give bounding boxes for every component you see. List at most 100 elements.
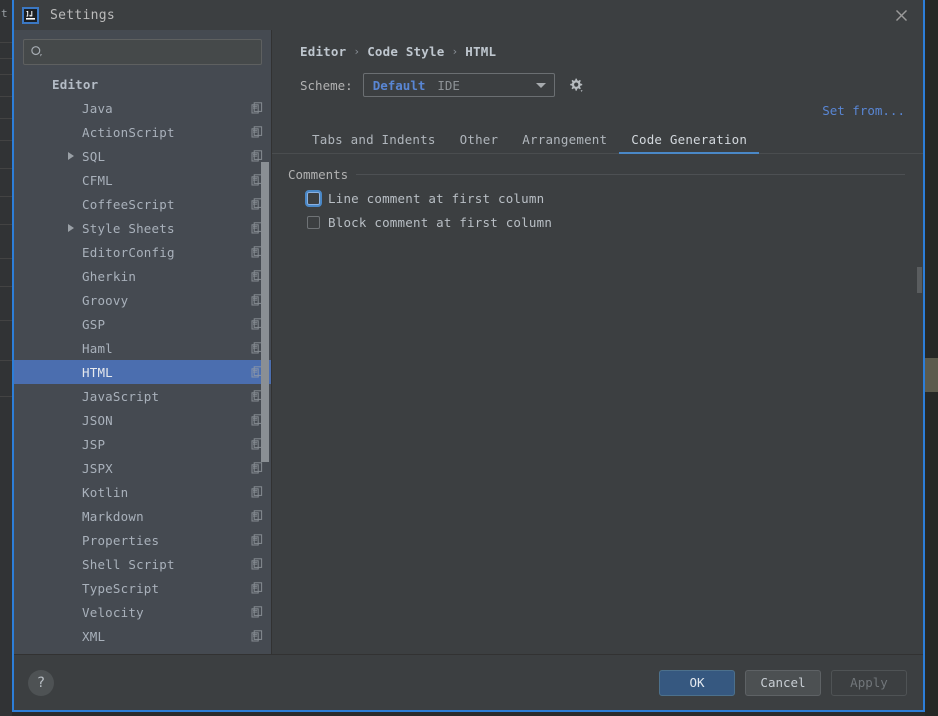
sidebar-item-label: JSPX xyxy=(82,460,113,476)
dialog-title: Settings xyxy=(50,7,116,23)
checkbox-label: Block comment at first column xyxy=(328,215,553,230)
sidebar-scrollbar-thumb[interactable] xyxy=(261,162,269,462)
help-icon[interactable]: ? xyxy=(28,669,54,696)
comments-section-title: Comments xyxy=(288,167,349,182)
sidebar-search-wrap xyxy=(14,30,271,72)
close-icon[interactable] xyxy=(879,0,923,30)
tab-code-generation[interactable]: Code Generation xyxy=(619,132,760,154)
breadcrumb-item-editor[interactable]: Editor xyxy=(300,44,346,59)
tab-arrangement[interactable]: Arrangement xyxy=(510,132,619,153)
sidebar-item-actionscript[interactable]: ActionScript xyxy=(14,120,271,144)
dialog-body: Editor Java ActionScript SQL CFML CoffeeScrip… xyxy=(14,30,923,654)
settings-dialog: Settings Editor Java ActionScript SQL CF… xyxy=(12,0,925,712)
backdrop-editor-text: t xyxy=(1,7,9,20)
sidebar-item-label: TypeScript xyxy=(82,580,160,596)
breadcrumb-separator-icon: › xyxy=(451,45,459,58)
sidebar-item-label: YAML xyxy=(82,653,113,655)
sidebar-item-label: Markdown xyxy=(82,508,144,524)
sidebar-item-kotlin[interactable]: Kotlin xyxy=(14,480,271,504)
checkbox-row-0[interactable]: Line comment at first column xyxy=(288,190,905,207)
settings-sidebar: Editor Java ActionScript SQL CFML CoffeeScrip… xyxy=(14,30,272,654)
sidebar-item-label: Kotlin xyxy=(82,484,129,500)
checkbox-icon[interactable] xyxy=(305,190,322,207)
content-scrollbar[interactable] xyxy=(913,30,923,654)
search-box[interactable] xyxy=(23,39,262,65)
settings-tree[interactable]: Editor Java ActionScript SQL CFML CoffeeScrip… xyxy=(14,72,271,654)
comments-section: Comments Line comment at first column Blo… xyxy=(288,167,905,230)
set-from-link[interactable]: Set from... xyxy=(822,103,905,118)
scheme-scope-label: IDE xyxy=(437,77,460,93)
sidebar-item-editorconfig[interactable]: EditorConfig xyxy=(14,240,271,264)
breadcrumb-item-html: HTML xyxy=(465,44,497,59)
set-from-row: Set from... xyxy=(272,97,923,118)
scheme-label: Scheme: xyxy=(300,77,353,93)
content-tabs: Tabs and Indents Other Arrangement Code Gen… xyxy=(272,127,923,154)
sidebar-item-label: GSP xyxy=(82,316,106,332)
backdrop-scroll-marker xyxy=(925,358,938,392)
sidebar-item-shell-script[interactable]: Shell Script xyxy=(14,552,271,576)
sidebar-item-sql[interactable]: SQL xyxy=(14,144,271,168)
sidebar-item-jsp[interactable]: JSP xyxy=(14,432,271,456)
expand-arrow-icon[interactable] xyxy=(68,224,74,232)
sidebar-item-label: EditorConfig xyxy=(82,244,175,260)
cancel-button[interactable]: Cancel xyxy=(745,669,821,696)
sidebar-item-groovy[interactable]: Groovy xyxy=(14,288,271,312)
checkbox-icon[interactable] xyxy=(307,216,320,229)
settings-content-pane: Editor › Code Style › HTML Scheme: Defau… xyxy=(272,30,923,654)
sidebar-item-label: ActionScript xyxy=(82,124,175,140)
gear-icon[interactable] xyxy=(565,74,587,96)
sidebar-item-label: JavaScript xyxy=(82,388,160,404)
sidebar-item-label: Java xyxy=(82,100,113,116)
dialog-titlebar: Settings xyxy=(14,0,923,30)
sidebar-item-label: Groovy xyxy=(82,292,129,308)
comments-checkbox-list: Line comment at first column Block commen… xyxy=(288,190,905,230)
sidebar-item-label: Velocity xyxy=(82,604,144,620)
search-icon xyxy=(30,45,44,59)
sidebar-item-html[interactable]: HTML xyxy=(14,360,271,384)
checkbox-row-1[interactable]: Block comment at first column xyxy=(288,215,905,230)
sidebar-item-style-sheets[interactable]: Style Sheets xyxy=(14,216,271,240)
expand-arrow-icon[interactable] xyxy=(68,152,74,160)
sidebar-item-velocity[interactable]: Velocity xyxy=(14,600,271,624)
sidebar-item-haml[interactable]: Haml xyxy=(14,336,271,360)
breadcrumb-item-code-style[interactable]: Code Style xyxy=(367,44,444,59)
section-divider xyxy=(356,174,905,175)
sidebar-item-label: Shell Script xyxy=(82,556,175,572)
sidebar-item-jspx[interactable]: JSPX xyxy=(14,456,271,480)
tab-other[interactable]: Other xyxy=(448,132,511,153)
checkbox-label: Line comment at first column xyxy=(328,191,545,206)
sidebar-item-yaml[interactable]: YAML xyxy=(14,648,271,655)
dialog-footer: ? OK Cancel Apply xyxy=(14,654,923,710)
search-input[interactable] xyxy=(48,45,255,59)
sidebar-item-coffeescript[interactable]: CoffeeScript xyxy=(14,192,271,216)
sidebar-item-java[interactable]: Java xyxy=(14,96,271,120)
sidebar-item-label: Style Sheets xyxy=(82,220,175,236)
sidebar-scrollbar[interactable] xyxy=(260,30,270,654)
breadcrumb-separator-icon: › xyxy=(353,45,361,58)
footer-buttons: OK Cancel Apply xyxy=(649,669,907,696)
scheme-row: Scheme: Default IDE xyxy=(272,59,923,97)
sidebar-item-properties[interactable]: Properties xyxy=(14,528,271,552)
breadcrumb: Editor › Code Style › HTML xyxy=(272,30,923,59)
apply-button: Apply xyxy=(831,669,907,696)
sidebar-item-label: Haml xyxy=(82,340,113,356)
chevron-down-icon xyxy=(535,82,546,88)
scheme-selected-value: Default xyxy=(372,77,426,93)
sidebar-item-typescript[interactable]: TypeScript xyxy=(14,576,271,600)
content-scrollbar-thumb[interactable] xyxy=(917,267,922,293)
sidebar-item-gherkin[interactable]: Gherkin xyxy=(14,264,271,288)
sidebar-item-json[interactable]: JSON xyxy=(14,408,271,432)
sidebar-item-label: JSP xyxy=(82,436,106,452)
sidebar-item-markdown[interactable]: Markdown xyxy=(14,504,271,528)
sidebar-item-editor[interactable]: Editor xyxy=(14,72,271,96)
ok-button[interactable]: OK xyxy=(659,669,735,696)
scheme-select[interactable]: Default IDE xyxy=(362,73,555,97)
sidebar-item-xml[interactable]: XML xyxy=(14,624,271,648)
sidebar-item-javascript[interactable]: JavaScript xyxy=(14,384,271,408)
sidebar-item-label: SQL xyxy=(82,148,106,164)
sidebar-item-label: XML xyxy=(82,628,106,644)
sidebar-item-cfml[interactable]: CFML xyxy=(14,168,271,192)
sidebar-item-gsp[interactable]: GSP xyxy=(14,312,271,336)
tab-tabs-and-indents[interactable]: Tabs and Indents xyxy=(300,132,448,153)
sidebar-item-label: JSON xyxy=(82,412,113,428)
